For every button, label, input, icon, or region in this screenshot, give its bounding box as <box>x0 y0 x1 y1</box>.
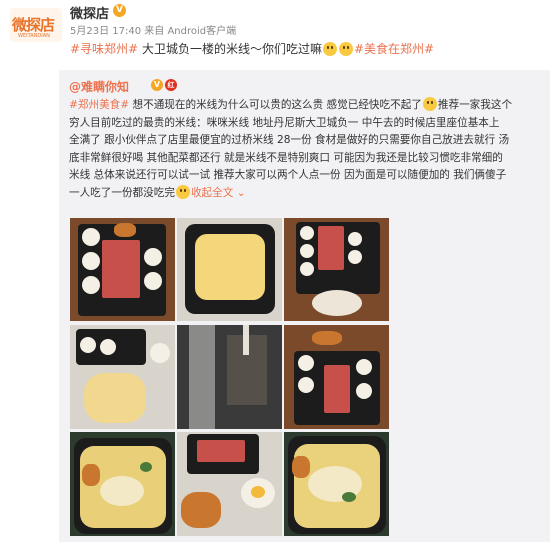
verified-icon: V <box>151 79 163 91</box>
member-badge-icon: 红 <box>165 79 177 91</box>
post-header: 微探店 WEITANDIAN 微探店 V 5月23日 17:40 来自 Andr… <box>0 0 550 66</box>
smile-emoji-icon <box>322 42 337 56</box>
post-headline: #寻味郑州# 大卫城负一楼的米线～你们吃过嘛 #美食在郑州# <box>70 40 434 57</box>
photo-8[interactable] <box>177 432 282 536</box>
repost-card: @难瞒你知 V 红 #郑州美食# 想不通现在的米线为什么可以贵的这么贵 感觉已经… <box>59 70 550 542</box>
headline-text: 大卫城负一楼的米线～你们吃过嘛 <box>138 42 322 56</box>
photo-3[interactable] <box>284 218 389 321</box>
collapse-link[interactable]: 收起全文 ⌄ <box>191 187 246 199</box>
topic-tag-zhengzhou[interactable]: #郑州美食# <box>69 99 129 111</box>
photo-1[interactable] <box>70 218 175 321</box>
avatar-logo-sub: WEITANDIAN <box>18 33 50 39</box>
photo-2[interactable] <box>177 218 282 321</box>
photo-5[interactable] <box>177 325 282 429</box>
photo-9[interactable] <box>284 432 389 536</box>
photo-6[interactable] <box>284 325 389 429</box>
verified-icon: V <box>113 4 126 17</box>
repost-text: #郑州美食# 想不通现在的米线为什么可以贵的这么贵 感觉已经快吃不起了 推荐一家我… <box>69 97 513 199</box>
author-name[interactable]: 微探店 <box>70 3 109 22</box>
avatar[interactable]: 微探店 WEITANDIAN <box>10 8 62 42</box>
laugh-cry-emoji-icon <box>422 97 437 111</box>
photo-7[interactable] <box>70 432 175 536</box>
topic-tag-xunwei[interactable]: #寻味郑州# <box>70 42 138 56</box>
cat-emoji-icon <box>175 184 190 199</box>
topic-tag-meishi[interactable]: #美食在郑州# <box>354 42 434 56</box>
avatar-logo: 微探店 <box>12 16 55 34</box>
post-meta: 5月23日 17:40 来自 Android客户端 <box>70 26 237 37</box>
repost-username[interactable]: @难瞒你知 <box>69 78 129 95</box>
smile-emoji-icon <box>338 42 353 56</box>
chevron-up-icon: ⌄ <box>236 186 246 199</box>
photo-4[interactable] <box>70 325 175 429</box>
